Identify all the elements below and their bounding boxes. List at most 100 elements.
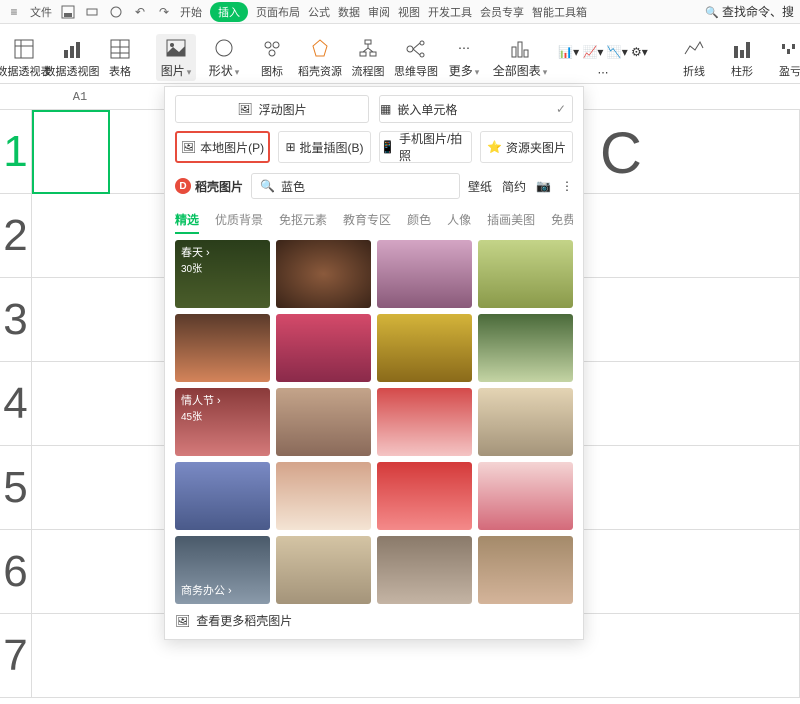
- thumb[interactable]: [175, 314, 270, 382]
- undo-icon[interactable]: ↶: [132, 4, 148, 20]
- thumb[interactable]: [276, 536, 371, 604]
- more-button[interactable]: ⋯更多▾: [444, 34, 484, 81]
- tab-review[interactable]: 审阅: [368, 4, 390, 20]
- row-header-2[interactable]: 2: [0, 194, 32, 278]
- embed-icon: ▦: [380, 102, 391, 116]
- image-icon: [164, 36, 188, 60]
- thumb[interactable]: [478, 388, 573, 456]
- tab-view[interactable]: 视图: [398, 4, 420, 20]
- thumb[interactable]: [478, 314, 573, 382]
- chart-variants[interactable]: 📊▾ 📈▾ 📉▾ ⚙▾⋯: [548, 38, 658, 81]
- image-button[interactable]: 图片▾: [156, 34, 196, 81]
- docer-button[interactable]: 稻壳资源: [300, 35, 340, 81]
- row-header-7[interactable]: 7: [0, 614, 32, 698]
- mindmap-icon: [404, 37, 428, 61]
- tab-member[interactable]: 会员专享: [480, 4, 524, 20]
- thumb[interactable]: [377, 314, 472, 382]
- thumb[interactable]: [478, 462, 573, 530]
- cat-color[interactable]: 颜色: [407, 207, 431, 234]
- more-dots-icon[interactable]: ⋮: [561, 179, 573, 193]
- thumb[interactable]: [276, 240, 371, 308]
- thumb[interactable]: [377, 536, 472, 604]
- tab-layout[interactable]: 页面布局: [256, 4, 300, 20]
- phone-icon: 📱: [380, 140, 395, 154]
- row-header-1[interactable]: 1: [0, 110, 32, 194]
- sparkline-line-icon: [682, 37, 706, 61]
- tab-insert[interactable]: 插入: [210, 2, 248, 22]
- row-header-3[interactable]: 3: [0, 278, 32, 362]
- docer-dot-icon: D: [175, 178, 191, 194]
- cell-a1[interactable]: [32, 110, 110, 194]
- cat-illustration[interactable]: 插画美图: [487, 207, 535, 234]
- cat-cutout[interactable]: 免抠元素: [279, 207, 327, 234]
- cat-free[interactable]: 免费: [551, 207, 573, 234]
- thumb[interactable]: [377, 240, 472, 308]
- redo-icon[interactable]: ↷: [156, 4, 172, 20]
- row-header-5[interactable]: 5: [0, 446, 32, 530]
- pivot-chart-button[interactable]: 数据透视图: [52, 35, 92, 81]
- docer-icon: [308, 37, 332, 61]
- tab-dev[interactable]: 开发工具: [428, 4, 472, 20]
- thumb[interactable]: [478, 536, 573, 604]
- thumb-spring-album[interactable]: 春天 ›30张: [175, 240, 270, 308]
- sparkline-bar-icon: [730, 37, 754, 61]
- name-box[interactable]: A1: [0, 90, 160, 104]
- flowchart-icon: [356, 37, 380, 61]
- pivot-chart-icon: [60, 37, 84, 61]
- local-image-button[interactable]: 🖼本地图片(P): [175, 131, 270, 163]
- sparkline-line-button[interactable]: 折线: [674, 35, 714, 81]
- icon-button[interactable]: 图标: [252, 35, 292, 81]
- tag-wallpaper[interactable]: 壁纸: [468, 178, 492, 195]
- cat-education[interactable]: 教育专区: [343, 207, 391, 234]
- tab-data[interactable]: 数据: [338, 4, 360, 20]
- table-button[interactable]: 表格: [100, 35, 140, 81]
- cat-people[interactable]: 人像: [447, 207, 471, 234]
- view-more-link[interactable]: 🖼查看更多稻壳图片: [175, 612, 573, 629]
- tab-toolbox[interactable]: 智能工具箱: [532, 4, 587, 20]
- image-grid: 春天 ›30张 情人节 ›45张 商务办公 ›: [175, 240, 573, 604]
- shape-button[interactable]: 形状▾: [204, 34, 244, 81]
- tab-start[interactable]: 开始: [180, 4, 202, 20]
- preview-icon[interactable]: [108, 4, 124, 20]
- cat-quality-bg[interactable]: 优质背景: [215, 207, 263, 234]
- sparkline-bar-button[interactable]: 柱形: [722, 35, 762, 81]
- row-header-4[interactable]: 4: [0, 362, 32, 446]
- category-tabs: 精选 优质背景 免抠元素 教育专区 颜色 人像 插画美图 免费: [175, 207, 573, 234]
- save-icon[interactable]: [60, 4, 76, 20]
- column-header-c[interactable]: C: [600, 120, 642, 187]
- cat-featured[interactable]: 精选: [175, 207, 199, 234]
- search-icon: 🔍: [260, 179, 275, 193]
- search-commands[interactable]: 🔍 查找命令、搜: [705, 3, 794, 20]
- flowchart-button[interactable]: 流程图: [348, 35, 388, 81]
- sparkline-winloss-button[interactable]: 盈亏: [770, 35, 800, 81]
- thumb[interactable]: [276, 388, 371, 456]
- sparkline-winloss-icon: [778, 37, 800, 61]
- thumb[interactable]: [377, 462, 472, 530]
- phone-image-button[interactable]: 📱手机图片/拍照: [379, 131, 472, 163]
- tab-embed-cell[interactable]: ▦嵌入单元格✓: [379, 95, 573, 123]
- print-icon[interactable]: [84, 4, 100, 20]
- batch-image-button[interactable]: ⊞批量插图(B): [278, 131, 371, 163]
- file-menu[interactable]: 文件: [30, 4, 52, 20]
- row-header-6[interactable]: 6: [0, 530, 32, 614]
- resource-folder-button[interactable]: ⭐资源夹图片: [480, 131, 573, 163]
- check-icon: ✓: [556, 102, 566, 116]
- chart-variants-icon: 📊▾ 📈▾ 📉▾ ⚙▾: [558, 40, 648, 64]
- thumb[interactable]: [276, 314, 371, 382]
- tag-simple[interactable]: 简约: [502, 178, 526, 195]
- pivot-table-button[interactable]: 数据透视表: [4, 35, 44, 81]
- thumb[interactable]: [377, 388, 472, 456]
- thumb[interactable]: [276, 462, 371, 530]
- menu-icon[interactable]: ≡: [6, 4, 22, 20]
- allchart-button[interactable]: 全部图表▾: [500, 34, 540, 81]
- table-icon: [108, 37, 132, 61]
- image-search-input[interactable]: 🔍蓝色: [251, 173, 460, 199]
- tab-floating-image[interactable]: 🖼浮动图片: [175, 95, 369, 123]
- tab-formula[interactable]: 公式: [308, 4, 330, 20]
- thumb-business-album[interactable]: 商务办公 ›: [175, 536, 270, 604]
- thumb-valentine-album[interactable]: 情人节 ›45张: [175, 388, 270, 456]
- mindmap-button[interactable]: 思维导图: [396, 35, 436, 81]
- thumb[interactable]: [478, 240, 573, 308]
- camera-icon[interactable]: 📷: [536, 179, 551, 193]
- thumb[interactable]: [175, 462, 270, 530]
